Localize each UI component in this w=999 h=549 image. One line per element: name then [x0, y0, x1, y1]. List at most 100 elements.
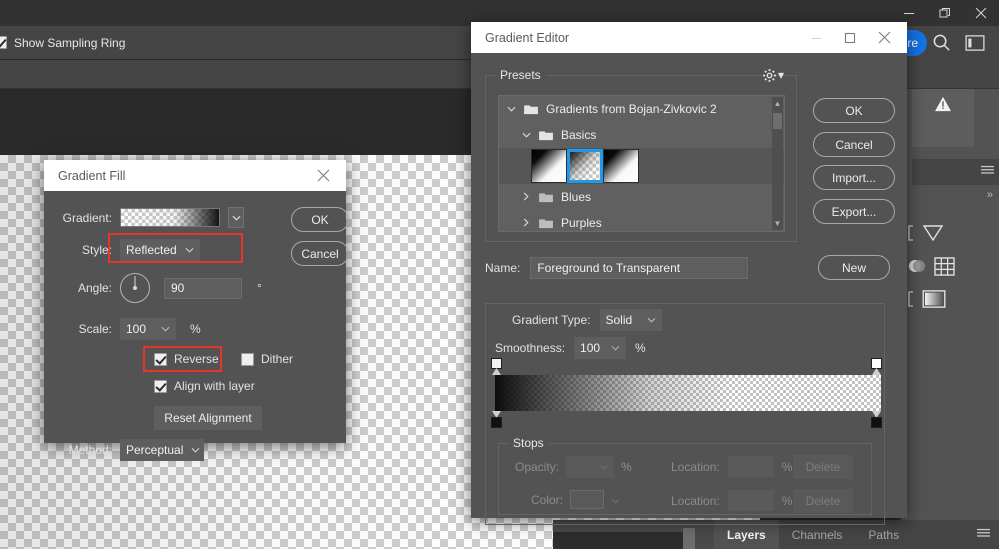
dock-strip	[912, 159, 999, 185]
restore-button[interactable]	[927, 0, 963, 26]
opacity-stop-right-swatch	[871, 358, 882, 369]
scrollbar-thumb[interactable]	[773, 113, 782, 129]
tree-item-basics[interactable]: Basics	[499, 122, 784, 148]
bracket-icon	[907, 225, 915, 246]
chevron-down-icon	[191, 445, 200, 455]
scroll-down-icon[interactable]: ▼	[774, 217, 782, 230]
adjustments-icon[interactable]	[907, 256, 927, 281]
delete-label-1: Delete	[805, 460, 841, 474]
preset-thumb-black-to-white[interactable]	[531, 149, 567, 183]
search-icon[interactable]	[932, 33, 951, 57]
gradient-fill-close-button[interactable]	[306, 160, 340, 191]
tree-item-gradients-from-bojan-zivkovic-2[interactable]: Gradients from Bojan-Zivkovic 2	[499, 96, 784, 122]
expand-panels-button[interactable]: »	[987, 189, 993, 201]
chevron-right-icon[interactable]	[520, 191, 532, 203]
new-preset-button[interactable]: New	[818, 255, 890, 280]
presets-tree[interactable]: Gradients from Bojan-Zivkovic 2 Basics B…	[498, 95, 785, 232]
gradient-type-select[interactable]: Solid	[599, 309, 662, 331]
dock-row-2[interactable]	[905, 256, 999, 281]
workspace-icon[interactable]	[965, 34, 985, 56]
gradient-type-label: Gradient Type:	[512, 313, 591, 327]
smoothness-label: Smoothness:	[495, 341, 566, 355]
dock-row-3[interactable]	[905, 290, 999, 313]
location-input-1	[727, 456, 774, 477]
gear-icon[interactable]: ▾	[762, 68, 784, 88]
smoothness-unit: %	[635, 341, 646, 355]
gradient-editor-import-button[interactable]: Import...	[813, 165, 895, 190]
close-button[interactable]	[963, 0, 999, 26]
gradient-fill-cancel-button[interactable]: Cancel	[291, 241, 349, 266]
chevron-right-icon[interactable]	[520, 217, 532, 229]
style-field-row: Style: Reflected	[60, 239, 200, 261]
dock-row-1[interactable]	[905, 224, 999, 247]
show-sampling-ring-option[interactable]: Show Sampling Ring	[0, 36, 125, 50]
smoothness-value: 100	[580, 341, 601, 355]
gradient-fill-title-buttons	[306, 160, 340, 191]
gradient-fill-titlebar[interactable]: Gradient Fill	[44, 160, 346, 191]
window-controls	[891, 0, 999, 26]
gradient-editor-export-button[interactable]: Export...	[813, 199, 895, 224]
tree-item-purples[interactable]: Purples	[499, 210, 784, 231]
opacity-stop-right[interactable]	[871, 358, 882, 375]
grid-icon[interactable]	[934, 256, 955, 281]
tree-item-blues[interactable]: Blues	[499, 184, 784, 210]
chevron-down-icon[interactable]	[505, 104, 517, 114]
panel-menu-icon[interactable]	[981, 163, 994, 181]
scale-select[interactable]: 100	[120, 318, 176, 340]
gradient-preview-swatch[interactable]	[120, 208, 220, 227]
opacity-stop-right-pointer	[872, 368, 881, 375]
chevron-down-icon[interactable]	[520, 130, 532, 140]
name-input[interactable]: Foreground to Transparent	[530, 257, 749, 279]
bottom-scrollbar[interactable]	[683, 528, 695, 549]
smoothness-select[interactable]: 100	[574, 337, 627, 359]
reverse-option[interactable]: Reverse	[154, 352, 219, 366]
color-stop-right[interactable]	[871, 411, 882, 428]
show-sampling-ring-checkbox[interactable]	[0, 36, 7, 49]
angle-input[interactable]: 90	[164, 277, 242, 299]
align-with-layer-label: Align with layer	[174, 379, 255, 393]
dither-checkbox[interactable]	[241, 352, 254, 366]
align-with-layer-option[interactable]: Align with layer	[154, 379, 255, 393]
color-stop-left[interactable]	[491, 411, 502, 428]
color-swatch	[570, 490, 605, 509]
opacity-stop-left[interactable]	[491, 358, 502, 375]
gradient-editor-titlebar[interactable]: Gradient Editor	[471, 22, 907, 53]
reverse-label: Reverse	[174, 352, 219, 366]
presets-scrollbar[interactable]: ▲ ▼	[772, 97, 783, 230]
chevron-down-icon	[185, 245, 194, 255]
layers-panel-menu-icon[interactable]	[977, 526, 999, 544]
gradient-fill-ok-button[interactable]: OK	[291, 207, 349, 232]
gradient-editor-title-buttons	[799, 22, 901, 53]
gradient-label: Gradient:	[62, 210, 112, 225]
top-right-tools	[932, 30, 999, 60]
scale-label: Scale:	[78, 322, 112, 336]
scale-unit: %	[190, 322, 201, 336]
method-select[interactable]: Perceptual	[120, 439, 204, 461]
location-unit-1: %	[781, 459, 793, 474]
gradient-editor-cancel-button[interactable]: Cancel	[813, 132, 895, 157]
angle-value: 90	[171, 281, 185, 295]
gradient-editing-bar[interactable]	[495, 375, 881, 411]
reset-alignment-button[interactable]: Reset Alignment	[154, 406, 262, 430]
preset-thumb-black-to-white-2[interactable]	[603, 149, 639, 183]
gradient-dropdown-button[interactable]	[228, 207, 244, 228]
location-unit-2: %	[781, 493, 793, 508]
angle-dial[interactable]	[120, 273, 150, 303]
scroll-up-icon[interactable]: ▲	[774, 97, 782, 110]
gradient-editor-body: Presets ▾ Gradients from Bojan-Zivkovic …	[471, 53, 907, 525]
style-select[interactable]: Reflected	[120, 239, 200, 261]
gradient-map-icon[interactable]	[922, 290, 946, 313]
gradient-editor-minimize-button[interactable]	[799, 22, 833, 53]
gradient-triangle-icon[interactable]	[922, 224, 944, 247]
dock-preview-card[interactable]	[912, 89, 974, 147]
opacity-unit: %	[621, 460, 632, 474]
dither-option[interactable]: Dither	[241, 352, 293, 366]
gradient-editor-maximize-button[interactable]	[833, 22, 867, 53]
gradient-editor-close-button[interactable]	[867, 22, 901, 53]
chevron-down-icon	[647, 315, 656, 325]
opacity-row: Opacity: %	[515, 456, 632, 478]
preset-thumb-foreground-to-transparent[interactable]	[567, 149, 603, 183]
align-with-layer-checkbox[interactable]	[154, 379, 167, 393]
reverse-checkbox[interactable]	[154, 352, 167, 366]
gradient-editor-ok-button[interactable]: OK	[813, 98, 895, 123]
